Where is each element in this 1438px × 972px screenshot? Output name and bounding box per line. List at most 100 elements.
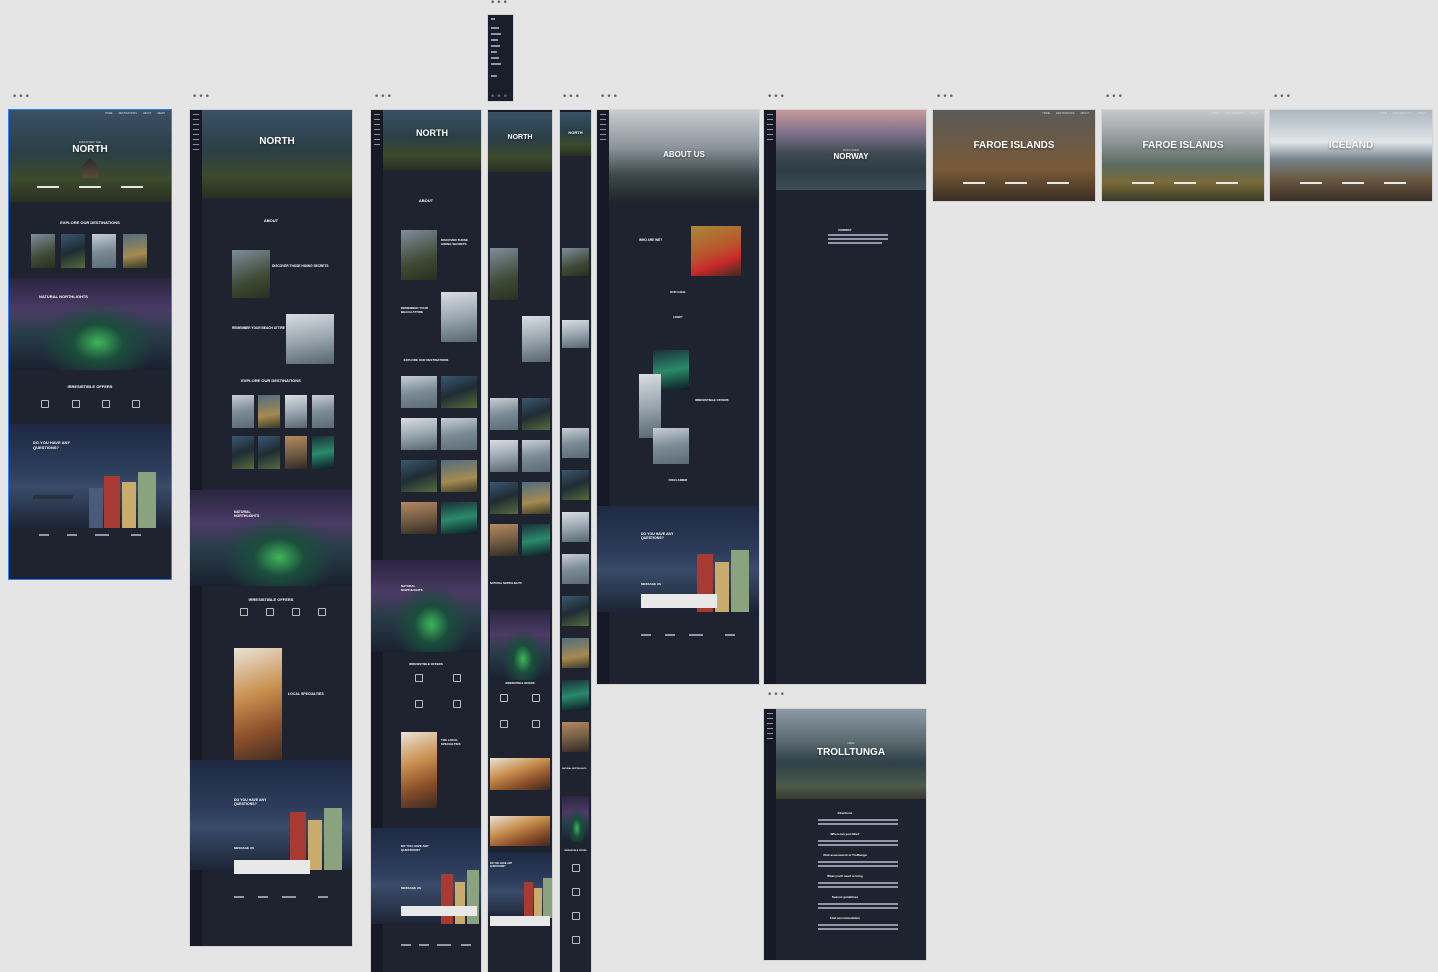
destination-thumb[interactable]	[490, 440, 518, 472]
destination-thumb[interactable]	[441, 376, 477, 408]
destination-thumb[interactable]	[522, 524, 550, 556]
destination-thumb[interactable]	[312, 436, 334, 469]
cabin-silhouette	[81, 158, 99, 178]
food-image	[490, 758, 550, 790]
destination-thumb[interactable]	[562, 680, 589, 710]
questions-title: DO YOU HAVE ANY QUESTIONS?	[234, 798, 267, 806]
destination-thumb[interactable]	[123, 234, 147, 268]
northlights-banner	[562, 796, 589, 842]
frame-north-mobile[interactable]: NORTH NATURAL NORTHLIGHTS IRRESISTIBLE O…	[560, 110, 591, 972]
hero-image: NORTH	[202, 110, 352, 198]
frame-faroe-2[interactable]: HOME DESTINATIONS ABOUT FAROE ISLANDS	[1102, 110, 1264, 201]
frame-menu-dots[interactable]: •••	[490, 93, 509, 102]
destination-thumb[interactable]	[61, 234, 85, 268]
hero-image: HIKE TROLLTUNGA	[776, 709, 926, 799]
destination-thumb[interactable]	[562, 554, 589, 584]
about-image	[562, 248, 589, 276]
destination-thumb[interactable]	[401, 460, 437, 492]
destination-thumb[interactable]	[285, 395, 307, 428]
destination-thumb[interactable]	[562, 470, 589, 500]
frame-menu-dots[interactable]: •••	[192, 93, 211, 102]
about-image	[522, 316, 550, 362]
message-input[interactable]	[641, 594, 717, 608]
section-title: NORWAY	[838, 228, 852, 232]
frame-menu-dots[interactable]: •••	[936, 93, 955, 102]
top-nav[interactable]: HOME DESTINATIONS ABOUT	[1380, 112, 1426, 115]
destination-thumb[interactable]	[401, 376, 437, 408]
destination-thumb[interactable]	[92, 234, 116, 268]
destination-thumb[interactable]	[31, 234, 55, 268]
explore-title: EXPLORE OUR DESTINATIONS	[241, 378, 301, 383]
message-label: MESSAGE US	[401, 886, 422, 890]
frame-north-v3[interactable]: NORTH ABOUT DISCOVER THOSE HIDING SECRET…	[371, 110, 481, 972]
offer-icon	[572, 912, 580, 920]
northlights-title: NATURAL NORTHLIGHTS	[490, 582, 522, 585]
frame-menu-dots[interactable]: •••	[767, 691, 786, 700]
top-nav[interactable]: HOME DESTINATIONS ABOUT	[1212, 112, 1258, 115]
destination-thumb[interactable]	[258, 436, 280, 469]
frame-trolltunga[interactable]: HIKE TROLLTUNGA Directions When can you …	[764, 709, 926, 960]
frame-menu-mobile[interactable]	[488, 15, 513, 101]
destination-thumb[interactable]	[441, 502, 477, 534]
destination-thumb[interactable]	[232, 436, 254, 469]
frame-menu-dots[interactable]: •••	[1273, 93, 1292, 102]
destination-thumb[interactable]	[232, 395, 254, 428]
destination-thumb[interactable]	[312, 395, 334, 428]
frame-menu-dots[interactable]: •••	[374, 93, 393, 102]
destination-thumb[interactable]	[522, 440, 550, 472]
destination-thumb[interactable]	[441, 460, 477, 492]
destination-thumb[interactable]	[401, 418, 437, 450]
northlights-title: NATURAL NORTHLIGHTS	[39, 294, 88, 299]
northlights-banner	[9, 278, 171, 370]
local-title: LOCAL SPECIALTIES	[288, 692, 324, 696]
destination-thumb[interactable]	[285, 436, 307, 469]
hero-image: NORTH	[560, 112, 591, 156]
goal-title: OUR GOAL	[669, 290, 687, 294]
sidebar-nav[interactable]	[764, 110, 776, 684]
offer-icon	[500, 720, 508, 728]
destination-thumb[interactable]	[562, 596, 589, 626]
frame-norway[interactable]: DISCOVER NORWAY NORWAY	[764, 110, 926, 684]
top-nav[interactable]: HOME DESTINATIONS ABOUT	[1043, 112, 1089, 115]
message-input[interactable]	[401, 906, 477, 916]
hero-image: ABOUT US	[609, 110, 759, 202]
frame-menu-dots[interactable]: •••	[12, 93, 31, 102]
frame-menu-dots[interactable]: •••	[1105, 93, 1124, 102]
hero-title: NORTH	[416, 128, 448, 138]
message-input[interactable]	[234, 860, 310, 874]
destination-thumb[interactable]	[562, 722, 589, 752]
message-label: MESSAGE US	[641, 582, 662, 586]
frame-menu-dots[interactable]: •••	[600, 93, 619, 102]
frame-north-v2[interactable]: NORTH ABOUT DISCOVER THOSE HIDING SECRET…	[190, 110, 352, 946]
destination-thumb[interactable]	[490, 524, 518, 556]
block2-title: REMEMBER YOUR BEACH ATTIRE	[232, 326, 285, 330]
contact-input[interactable]	[33, 495, 73, 499]
destination-thumb[interactable]	[441, 418, 477, 450]
hero-title: NORTH	[72, 144, 108, 155]
harbor-banner	[190, 760, 352, 870]
frame-menu-dots[interactable]: •••	[767, 93, 786, 102]
offer-icon	[453, 674, 461, 682]
top-nav[interactable]: HOME DESTINATIONS ABOUT NEWS	[105, 112, 165, 115]
destination-thumb[interactable]	[562, 428, 589, 458]
message-input[interactable]	[490, 916, 550, 926]
frame-iceland[interactable]: HOME DESTINATIONS ABOUT ICELAND	[1270, 110, 1432, 201]
frame-faroe-1[interactable]: HOME DESTINATIONS ABOUT FAROE ISLANDS	[933, 110, 1095, 201]
destination-thumb[interactable]	[401, 502, 437, 534]
destination-thumb[interactable]	[522, 482, 550, 514]
frame-north-home[interactable]: HOME DESTINATIONS ABOUT NEWS DISCOVER THE N…	[8, 109, 172, 580]
frame-north-tablet[interactable]: NORTH NATURAL NORTHLIGHTS IRRESISTIBLE O…	[488, 110, 552, 972]
destination-thumb[interactable]	[490, 398, 518, 430]
hero-kicker: HIKE	[847, 741, 855, 745]
frame-menu-dots[interactable]: •••	[490, 0, 509, 8]
explore-title: EXPLORE OUR DESTINATIONS	[60, 220, 120, 225]
destination-thumb[interactable]	[562, 638, 589, 668]
offers-title: IRRESISTIBLE OFFERS	[505, 682, 535, 685]
destination-thumb[interactable]	[258, 395, 280, 428]
destination-thumb[interactable]	[562, 512, 589, 542]
questions-title: DO YOU HAVE ANY QUESTIONS?	[401, 844, 429, 852]
frame-menu-dots[interactable]: •••	[562, 93, 581, 102]
destination-thumb[interactable]	[490, 482, 518, 514]
frame-about-us[interactable]: ABOUT US WHO ARE WE? OUR GOAL HOW? IRRES…	[597, 110, 759, 684]
destination-thumb[interactable]	[522, 398, 550, 430]
